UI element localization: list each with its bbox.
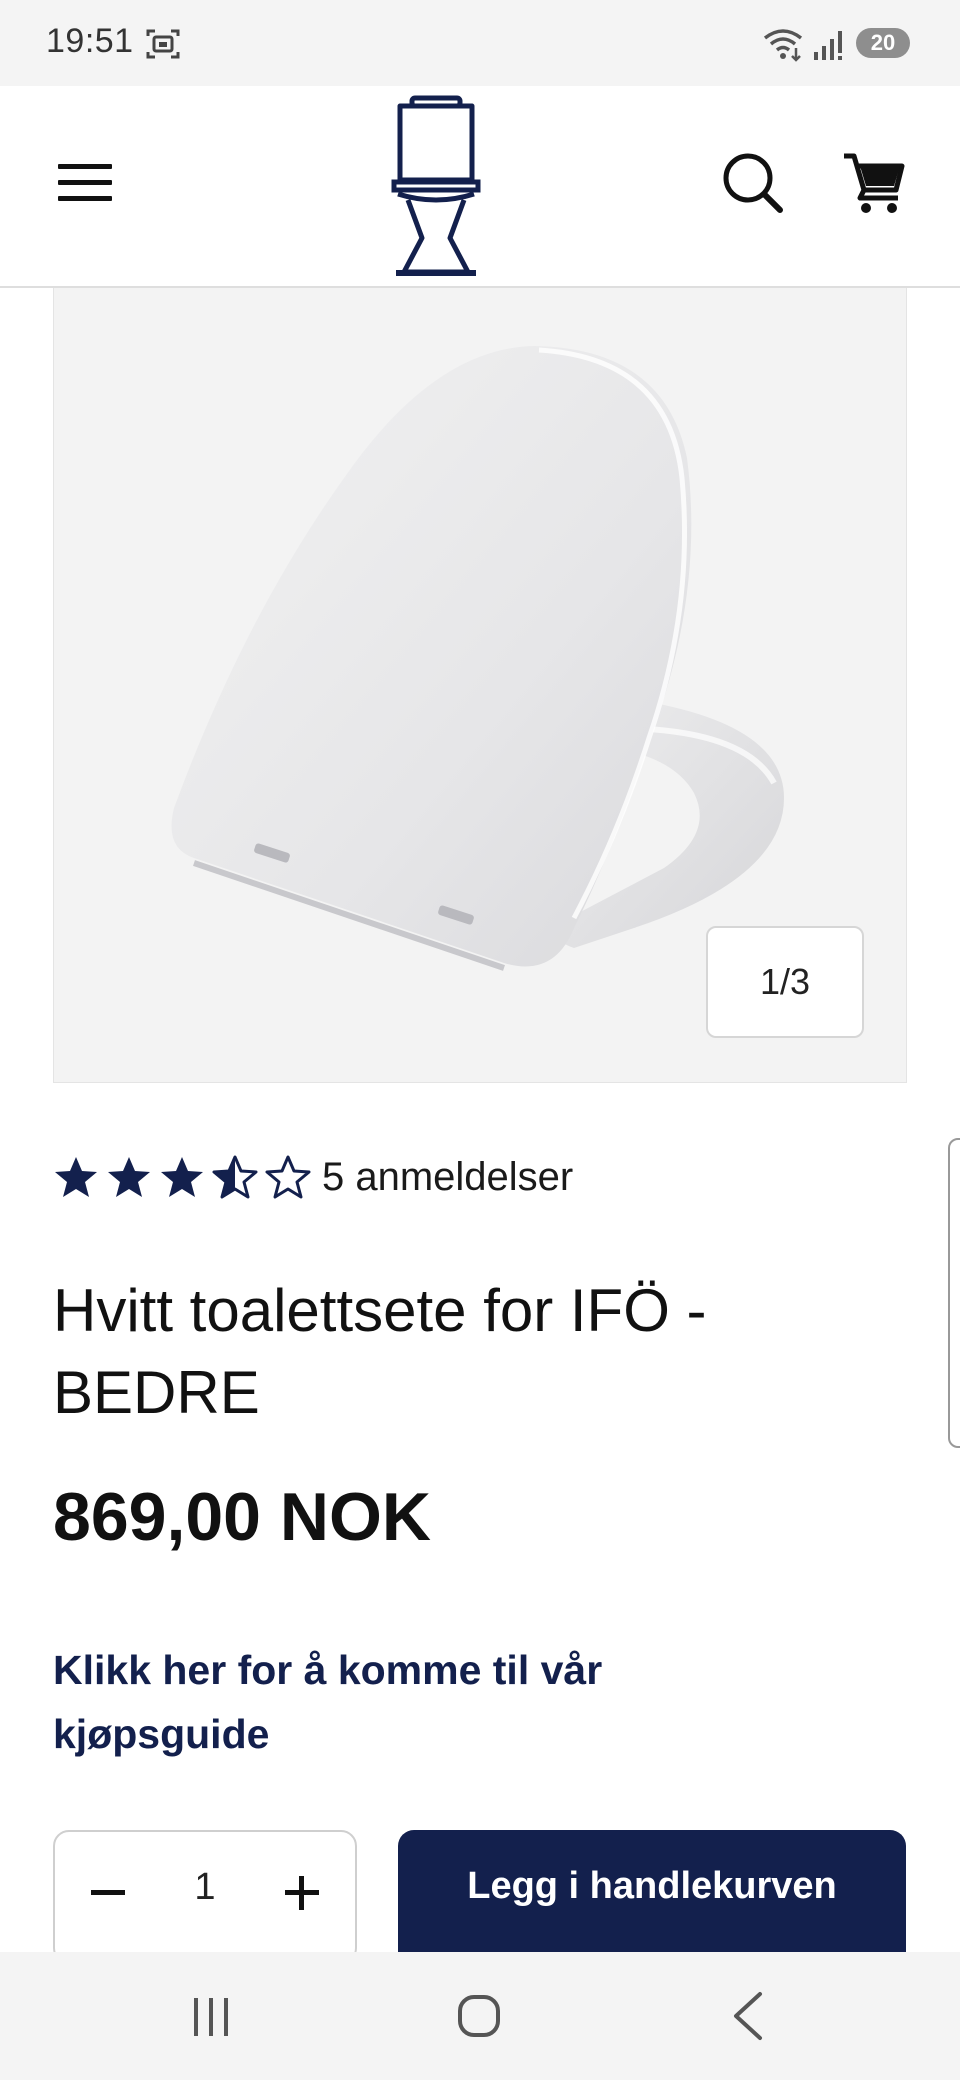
review-count[interactable]: 5 anmeldelser <box>322 1155 573 1200</box>
minus-icon[interactable] <box>83 1868 133 1918</box>
status-bar: 19:51 20 <box>0 0 960 86</box>
product-title: Hvitt toalettsete for IFÖ - BEDRE <box>53 1277 707 1426</box>
status-time: 19:51 <box>46 22 134 60</box>
star-empty-icon <box>265 1155 311 1199</box>
recent-apps-icon[interactable] <box>186 1994 236 2040</box>
back-icon[interactable] <box>728 1990 768 2042</box>
image-counter: 1/3 <box>706 926 864 1038</box>
home-icon[interactable] <box>456 1992 502 2040</box>
search-icon[interactable] <box>718 148 786 216</box>
screenshot-icon <box>146 29 180 59</box>
quantity-stepper: 1 <box>53 1830 357 1964</box>
plus-icon[interactable] <box>277 1868 327 1918</box>
star-full-icon <box>55 1157 97 1197</box>
product-gallery[interactable]: 1/3 <box>53 288 907 1083</box>
site-header <box>0 86 960 288</box>
star-half-icon <box>212 1155 258 1199</box>
quantity-input[interactable]: 1 <box>165 1866 245 1909</box>
hamburger-menu-icon[interactable] <box>50 152 120 212</box>
cart-icon[interactable] <box>840 148 908 216</box>
star-full-icon <box>108 1157 150 1197</box>
buying-guide-link[interactable]: Klikk her for å komme til vår kjøpsguide <box>53 1638 753 1766</box>
signal-icon <box>814 31 842 60</box>
toilet-logo[interactable] <box>378 94 494 280</box>
product-price: 869,00 NOK <box>53 1479 431 1555</box>
add-to-cart-button[interactable]: Legg i handlekurven <box>398 1830 906 1970</box>
star-full-icon <box>161 1157 203 1197</box>
wifi-icon <box>763 29 803 62</box>
battery-icon: 20 <box>856 28 910 58</box>
navigation-bar <box>0 1952 960 2080</box>
side-tab-handle[interactable] <box>948 1138 960 1448</box>
rating[interactable]: 5 anmeldelser <box>53 1150 573 1204</box>
